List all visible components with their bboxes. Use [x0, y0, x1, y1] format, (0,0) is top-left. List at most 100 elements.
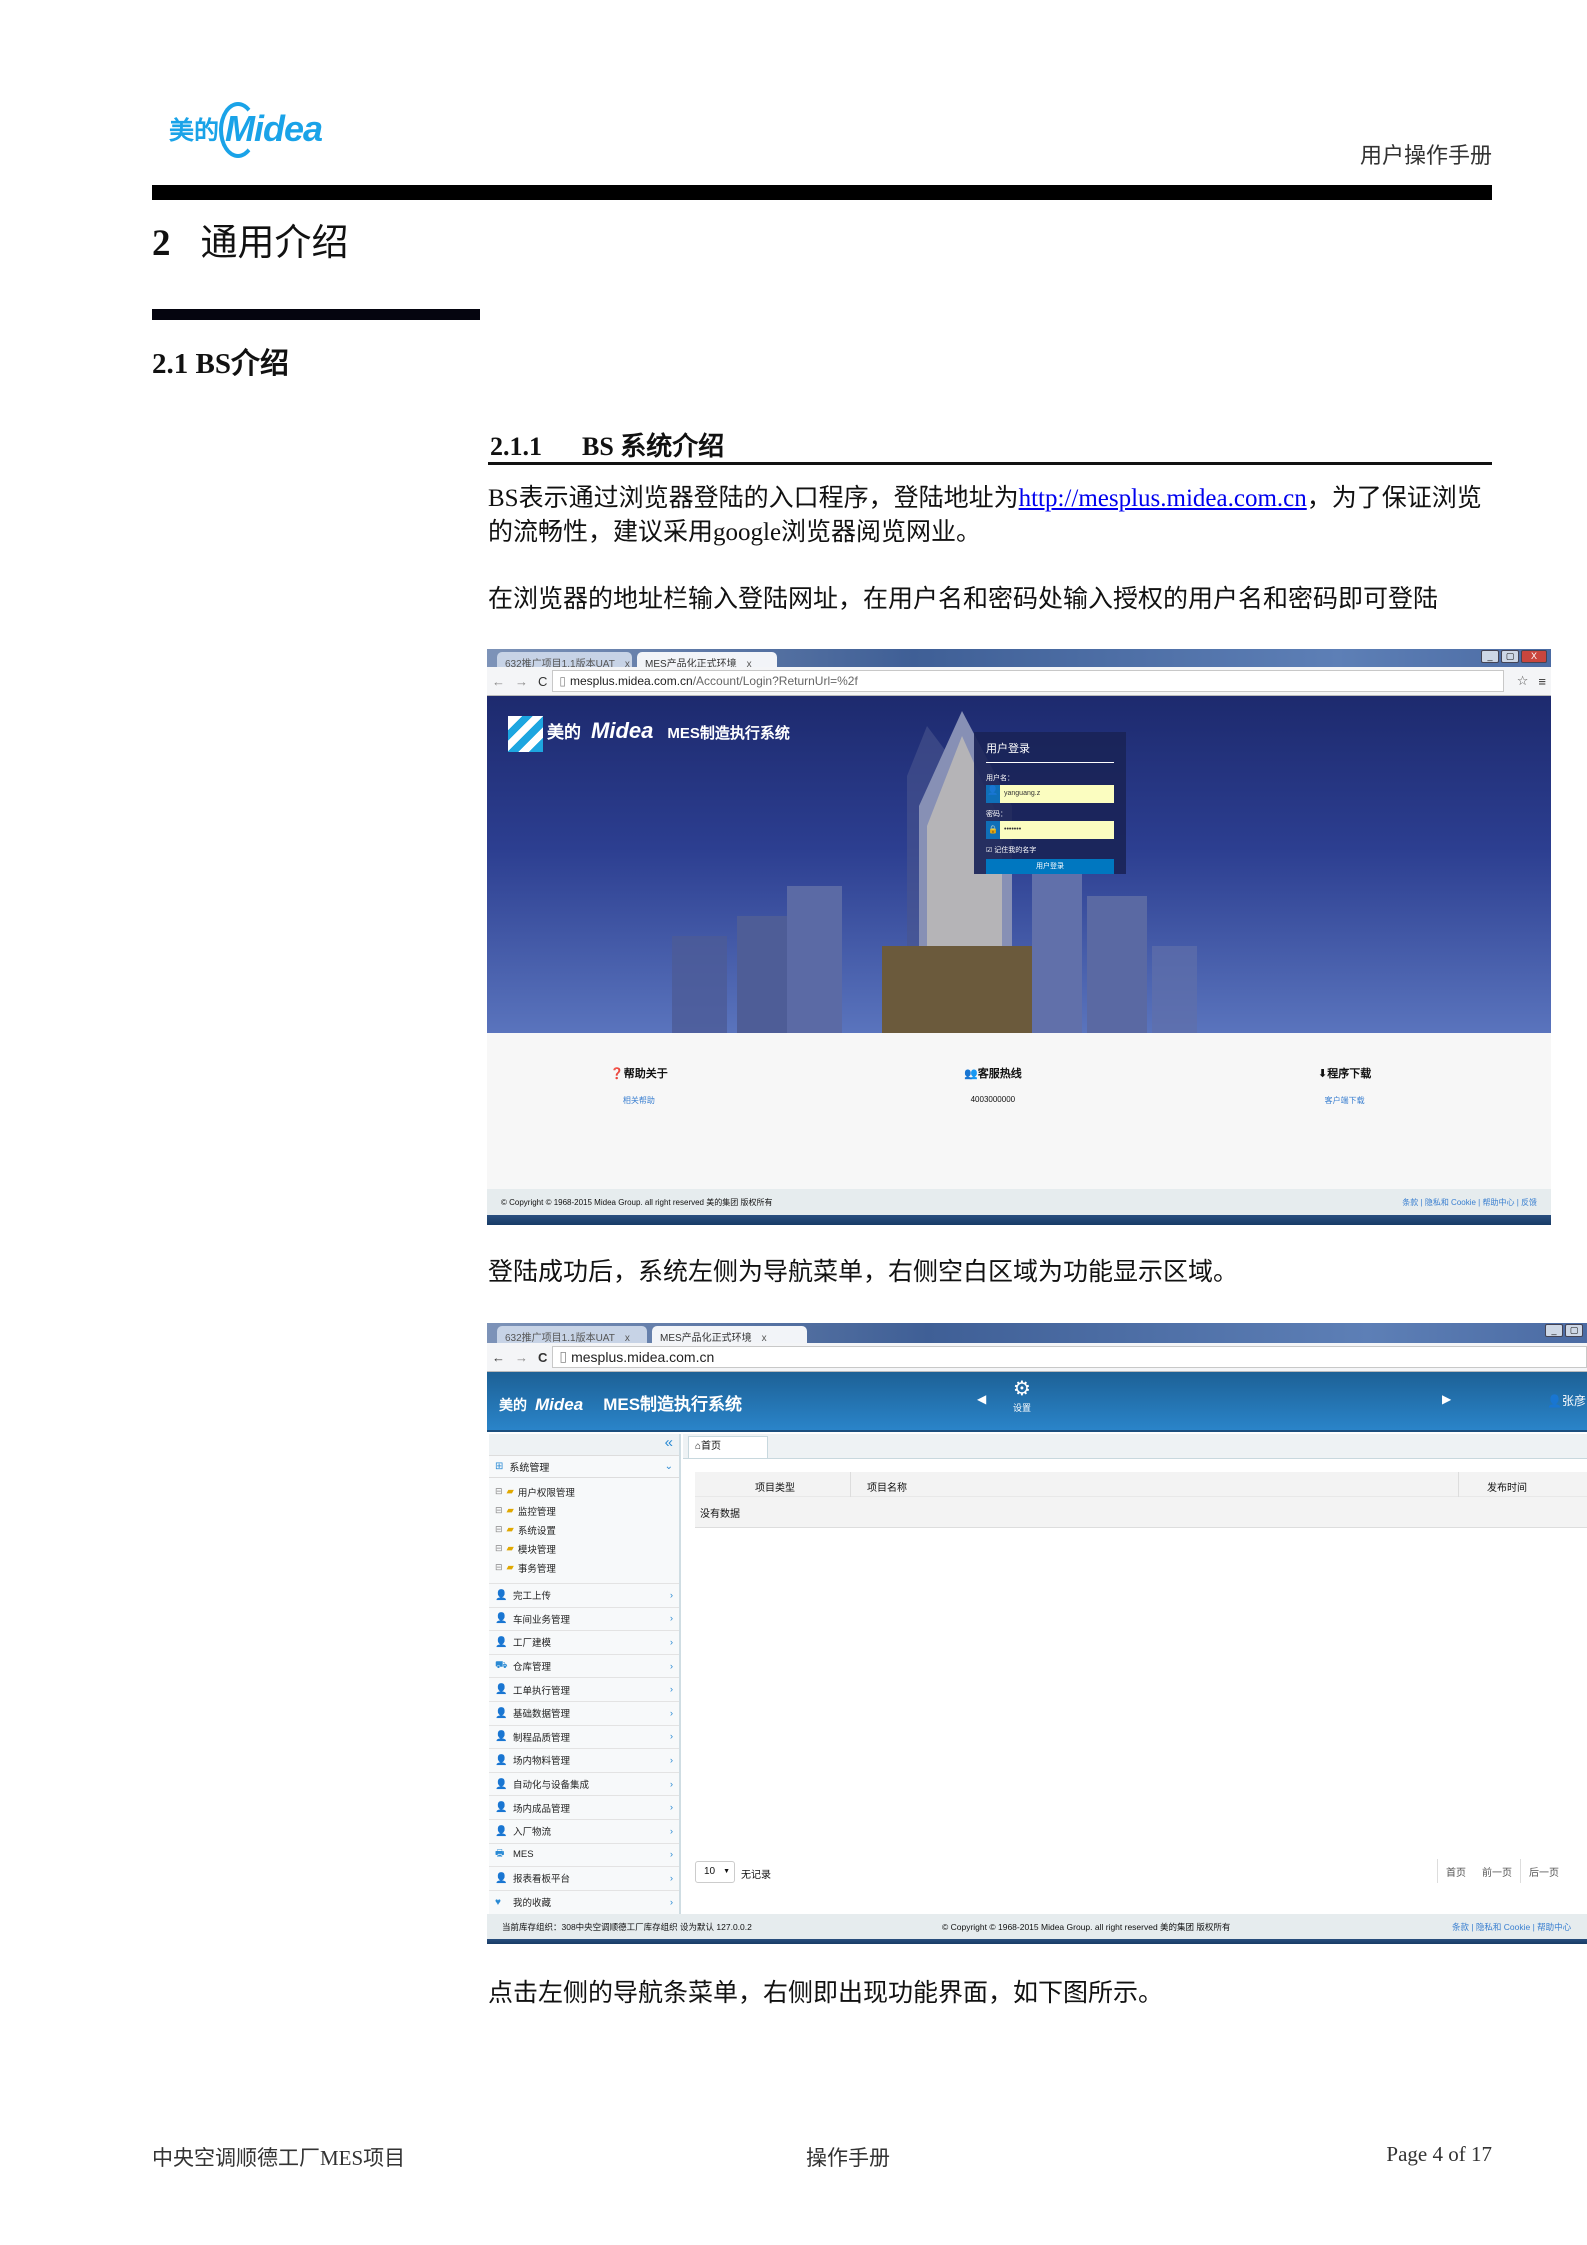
- column-header[interactable]: 发布时间: [1487, 1479, 1527, 1494]
- column-header[interactable]: 项目名称: [867, 1479, 907, 1494]
- expand-icon[interactable]: ⊟: [495, 1524, 503, 1535]
- chevron-right-icon: ›: [669, 1754, 673, 1766]
- user-icon: 👤: [495, 1754, 508, 1766]
- sidebar-item[interactable]: 👤 车间业务管理 ›: [489, 1606, 679, 1631]
- sidebar-item[interactable]: 👤 入厂物流 ›: [489, 1818, 679, 1843]
- sidebar-group-system[interactable]: ⊞ 系统管理 ⌄: [489, 1456, 679, 1478]
- chevron-right-icon: ›: [669, 1802, 673, 1814]
- sidebar: « ⊞ 系统管理 ⌄ ⊟ ▰ 用户权限管理 ⊟ ▰ 监控管理 ⊟ ▰ 系统设置 ⊟ ▰ 模块管理 ⊟ ▰ 事务管…: [489, 1434, 681, 1914]
- question-icon: ❓: [610, 1068, 624, 1080]
- tree-item[interactable]: ⊟ ▰ 事务管理: [495, 1558, 679, 1577]
- expand-icon[interactable]: ⊟: [495, 1562, 503, 1573]
- tab-home[interactable]: ⌂首页: [688, 1436, 768, 1458]
- sidebar-item[interactable]: 👤 制程品质管理 ›: [489, 1724, 679, 1749]
- user-icon: 👤: [495, 1684, 508, 1696]
- page-icon: ▯: [559, 1348, 568, 1365]
- main-screenshot: 632推广项目1.1版本UAT x MES产品化正式环境 x _ ▢ ← → C ▯ mes…: [487, 1323, 1587, 1944]
- user-menu[interactable]: 👤张彦: [1547, 1392, 1586, 1409]
- login-info-area: ❓帮助关于 相关帮助 👥客服热线 4003000000 ⬇程序下载 客户端下载: [487, 1033, 1551, 1189]
- sidebar-item[interactable]: 👤 自动化与设备集成 ›: [489, 1771, 679, 1796]
- user-icon: 👤: [495, 1778, 508, 1790]
- footer-page-number: Page 4 of 17: [1386, 2142, 1492, 2166]
- sidebar-item[interactable]: 👤 报表看板平台 ›: [489, 1866, 679, 1890]
- heading-underline: [488, 462, 1492, 465]
- users-icon: 👥: [964, 1068, 978, 1080]
- password-label: 密码：: [986, 811, 1007, 818]
- sidebar-item[interactable]: 👤 场内物料管理 ›: [489, 1748, 679, 1772]
- reload-icon[interactable]: C: [538, 1350, 547, 1365]
- star-icon[interactable]: ☆: [1517, 673, 1529, 689]
- login-url-link[interactable]: http://mesplus.midea.com.cn: [1019, 485, 1307, 512]
- password-field[interactable]: 🔒 •••••••: [986, 821, 1114, 839]
- sidebar-item[interactable]: ♥ 我的收藏 ›: [489, 1889, 679, 1914]
- sidebar-item[interactable]: 👤 基础数据管理 ›: [489, 1700, 679, 1725]
- settings-button[interactable]: ⚙ 设置: [1002, 1376, 1042, 1414]
- window-controls: _ ▢ X: [1481, 650, 1547, 663]
- folder-icon: ▰: [506, 1562, 514, 1573]
- sidebar-item[interactable]: 👤 工厂建模 ›: [489, 1630, 679, 1654]
- address-bar: ← → C ▯ mesplus.midea.com.cn/Account/Login?…: [487, 667, 1551, 696]
- chevron-right-icon: ›: [669, 1872, 673, 1884]
- nav-prev-icon[interactable]: ◀: [977, 1392, 986, 1406]
- download-link[interactable]: 客户端下载: [1325, 1095, 1365, 1106]
- sidebar-item[interactable]: 👤 场内成品管理 ›: [489, 1795, 679, 1819]
- user-icon: 👤: [495, 1707, 508, 1719]
- paragraph-after-login: 登陆成功后，系统左侧为导航菜单，右侧空白区域为功能显示区域。: [488, 1259, 1239, 1286]
- forward-icon[interactable]: →: [515, 1350, 528, 1365]
- back-icon[interactable]: ←: [492, 674, 505, 689]
- download-section: ⬇程序下载 客户端下载: [1318, 1068, 1372, 1106]
- collapse-sidebar-icon[interactable]: «: [489, 1434, 679, 1456]
- page-size-select[interactable]: 10 ▼: [695, 1861, 735, 1883]
- tree-item[interactable]: ⊟ ▰ 模块管理: [495, 1539, 679, 1558]
- first-page-button[interactable]: 首页: [1438, 1859, 1474, 1883]
- help-link[interactable]: 相关帮助: [623, 1095, 655, 1106]
- tree-item[interactable]: ⊟ ▰ 系统设置: [495, 1520, 679, 1539]
- url-input[interactable]: ▯ mesplus.midea.com.cn/Account/Login?Retu…: [552, 670, 1504, 692]
- hotline-section: 👥客服热线 4003000000: [964, 1068, 1022, 1104]
- midea-logo: 美的 Midea: [169, 102, 323, 158]
- gear-icon: ⚙: [1013, 1378, 1031, 1400]
- reload-icon[interactable]: C: [538, 674, 547, 689]
- sidebar-item[interactable]: 👤 工单执行管理 ›: [489, 1677, 679, 1701]
- windows-taskbar: [487, 1939, 1587, 1944]
- user-icon: 👤: [495, 1731, 508, 1743]
- subsection-rule: [152, 309, 480, 320]
- browser-tabbar: 632推广项目1.1版本UAT x MES产品化正式环境 x _ ▢: [487, 1323, 1587, 1346]
- expand-icon[interactable]: ⊟: [495, 1543, 503, 1554]
- user-icon: 👤: [495, 1636, 508, 1648]
- address-bar: ← → C ▯ mesplus.midea.com.cn: [487, 1343, 1587, 1372]
- tree-item[interactable]: ⊟ ▰ 用户权限管理: [495, 1482, 679, 1501]
- close-icon[interactable]: X: [1521, 650, 1547, 663]
- next-page-button[interactable]: 后一页: [1520, 1859, 1567, 1883]
- prev-page-button[interactable]: 前一页: [1474, 1859, 1520, 1883]
- username-label: 用户名：: [986, 775, 1014, 782]
- menu-icon[interactable]: ≡: [1538, 674, 1546, 689]
- remember-checkbox[interactable]: ☑ 记住我的名字: [986, 845, 1114, 855]
- nav-next-icon[interactable]: ▶: [1442, 1392, 1451, 1406]
- footer-links[interactable]: 条款 | 隐私和 Cookie | 帮助中心: [1452, 1921, 1571, 1933]
- chevron-right-icon: ›: [669, 1684, 673, 1696]
- back-icon[interactable]: ←: [492, 1350, 505, 1365]
- sidebar-item[interactable]: ⛟ 仓库管理 ›: [489, 1653, 679, 1678]
- folder-icon: ▰: [506, 1486, 514, 1497]
- expand-icon[interactable]: ⊟: [495, 1486, 503, 1497]
- heart-icon: ♥: [495, 1896, 501, 1908]
- sidebar-item[interactable]: 👤 完工上传 ›: [489, 1583, 679, 1607]
- column-header[interactable]: 项目类型: [755, 1479, 795, 1494]
- login-button[interactable]: 用户登录: [986, 859, 1114, 874]
- username-field[interactable]: 👤 yanguang.z: [986, 785, 1114, 803]
- chevron-right-icon: ›: [669, 1636, 673, 1648]
- paragraph-intro: BS表示通过浏览器登陆的入口程序，登陆地址为http://mesplus.mid…: [488, 485, 1482, 546]
- footer-links[interactable]: 条款 | 隐私和 Cookie | 帮助中心 | 反馈: [1402, 1197, 1537, 1208]
- expand-icon[interactable]: ⊟: [495, 1505, 503, 1516]
- user-icon: 👤: [495, 1825, 508, 1837]
- login-screenshot: 632推广项目1.1版本UAT x MES产品化正式环境 x _ ▢ X ← → C ▯ me…: [487, 649, 1551, 1225]
- tree-item[interactable]: ⊟ ▰ 监控管理: [495, 1501, 679, 1520]
- url-input[interactable]: ▯ mesplus.midea.com.cn: [552, 1346, 1587, 1368]
- forward-icon[interactable]: →: [515, 674, 528, 689]
- sidebar-item[interactable]: 🖶 MES ›: [489, 1842, 679, 1867]
- chevron-down-icon: ⌄: [664, 1461, 673, 1472]
- chevron-right-icon: ›: [669, 1778, 673, 1790]
- folder-icon: ▰: [506, 1505, 514, 1516]
- record-count: 无记录: [741, 1870, 771, 1881]
